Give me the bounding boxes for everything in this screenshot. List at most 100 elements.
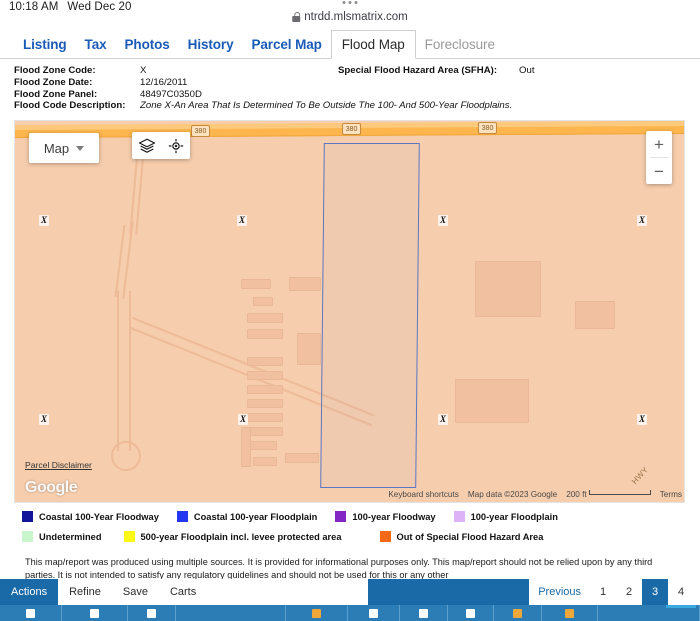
map-building bbox=[247, 385, 283, 395]
map-road-loop bbox=[111, 441, 141, 472]
map-data-credit: Map data ©2023 Google bbox=[467, 490, 558, 500]
toolbar-icon-cell[interactable] bbox=[400, 605, 448, 621]
map-tools-group[interactable] bbox=[132, 132, 190, 160]
map-attribution: Keyboard shortcuts Map data ©2023 Google… bbox=[388, 490, 682, 499]
tab-history[interactable]: History bbox=[179, 30, 243, 58]
parcel-disclaimer-link[interactable]: Parcel Disclaimer bbox=[25, 460, 92, 470]
tab-foreclosure[interactable]: Foreclosure bbox=[416, 30, 504, 58]
flood-zone-code-value: X bbox=[140, 65, 147, 76]
carts-tab[interactable]: Carts bbox=[158, 579, 208, 605]
previous-page-button[interactable]: Previous bbox=[529, 586, 590, 598]
flood-code-description-row: Flood Code Description: Zone X-An Area T… bbox=[14, 100, 700, 112]
map-scale-label: 200 ft bbox=[566, 490, 587, 500]
legend-label: Undetermined bbox=[39, 531, 102, 542]
legend-item-coastal-100-year-floodway: Coastal 100-Year Floodway bbox=[22, 511, 159, 523]
toolbar-icon-cell[interactable] bbox=[542, 605, 598, 621]
map-type-button[interactable]: Map bbox=[29, 133, 99, 164]
map-building bbox=[241, 279, 271, 290]
toolbar-icon-cell[interactable] bbox=[62, 605, 128, 621]
toolbar-icon-cell[interactable] bbox=[0, 605, 62, 621]
lock-icon bbox=[292, 12, 301, 22]
page-4-button[interactable]: 4 bbox=[668, 579, 694, 605]
toolbar-icon-cell[interactable] bbox=[128, 605, 176, 621]
sfha-label: Special Flood Hazard Area (SFHA): bbox=[338, 65, 498, 76]
tab-photos[interactable]: Photos bbox=[116, 30, 179, 58]
highway-shield-380: 380 bbox=[342, 123, 361, 136]
legend-row-1: Coastal 100-Year Floodway Coastal 100-ye… bbox=[22, 511, 700, 523]
flood-legend: Coastal 100-Year Floodway Coastal 100-ye… bbox=[0, 503, 700, 554]
zone-x-marker: X bbox=[637, 414, 648, 426]
url-bar[interactable]: ntrdd.mlsmatrix.com bbox=[292, 11, 408, 23]
terms-link[interactable]: Terms bbox=[660, 490, 682, 499]
page-1-button[interactable]: 1 bbox=[590, 579, 616, 605]
map-scale-bar bbox=[588, 490, 651, 496]
map-building bbox=[575, 301, 615, 330]
action-bar-fill bbox=[368, 579, 530, 605]
legend-swatch bbox=[22, 531, 33, 543]
page-3-button[interactable]: 3 bbox=[642, 579, 668, 605]
flood-zone-panel-value: 48497C0350D bbox=[140, 88, 202, 100]
pagination: Previous 1 2 3 4 bbox=[529, 579, 700, 605]
toolbar-icon bbox=[565, 609, 574, 618]
toolbar-icon bbox=[147, 609, 156, 618]
tab-flood-map[interactable]: Flood Map bbox=[330, 30, 416, 59]
layers-icon[interactable] bbox=[138, 137, 156, 155]
zoom-in-button[interactable]: + bbox=[646, 131, 672, 157]
map-type-label: Map bbox=[43, 140, 70, 156]
toolbar-icon bbox=[369, 609, 378, 618]
map-building bbox=[297, 333, 321, 366]
toolbar-icon-cell[interactable] bbox=[176, 605, 286, 621]
sfha-row: Special Flood Hazard Area (SFHA): Out bbox=[338, 65, 535, 77]
legend-label: 100-year Floodplain bbox=[470, 511, 558, 522]
legend-swatch bbox=[453, 511, 465, 523]
legend-item-undetermined: Undetermined bbox=[22, 531, 102, 543]
legend-swatch bbox=[335, 511, 347, 523]
sfha-value: Out bbox=[519, 65, 535, 76]
map-building bbox=[247, 329, 283, 340]
map-building bbox=[247, 441, 277, 451]
tab-parcel-map[interactable]: Parcel Map bbox=[242, 30, 330, 58]
more-dots-icon[interactable] bbox=[342, 1, 358, 4]
legend-item-out-of-sfha: Out of Special Flood Hazard Area bbox=[379, 531, 543, 543]
tab-listing[interactable]: Listing bbox=[14, 30, 76, 58]
save-tab[interactable]: Save bbox=[111, 579, 159, 605]
os-status-bar: 10:18 AM Wed Dec 20 ntrdd.mlsmatrix.com bbox=[0, 0, 700, 30]
legend-item-100-year-floodway: 100-year Floodway bbox=[335, 511, 436, 523]
zone-x-marker: X bbox=[238, 414, 249, 426]
keyboard-shortcuts-link[interactable]: Keyboard shortcuts bbox=[388, 490, 459, 499]
map-building bbox=[247, 413, 283, 423]
tab-tax[interactable]: Tax bbox=[76, 30, 116, 58]
legend-label: Coastal 100-year Floodplain bbox=[193, 511, 318, 522]
detail-tab-strip: Listing Tax Photos History Parcel Map Fl… bbox=[0, 30, 700, 59]
toolbar-icon-cell[interactable] bbox=[448, 605, 494, 621]
status-left: 10:18 AM Wed Dec 20 bbox=[0, 1, 131, 13]
map-report-disclaimer: This map/report was produced using multi… bbox=[25, 557, 653, 580]
map-building bbox=[289, 277, 321, 292]
toolbar-icon-cell[interactable] bbox=[348, 605, 400, 621]
toolbar-accent-bar bbox=[666, 605, 696, 608]
actions-tab[interactable]: Actions bbox=[0, 579, 59, 605]
map-road-vertical-2 bbox=[129, 291, 131, 452]
flood-map-canvas[interactable]: 380 380 380 X X X X X X X X Map + − HWY … bbox=[14, 120, 685, 504]
refine-tab[interactable]: Refine bbox=[58, 579, 112, 605]
map-building bbox=[475, 261, 541, 318]
legend-row-2: Undetermined 500-year Floodplain incl. l… bbox=[22, 531, 700, 543]
bottom-icon-toolbar[interactable] bbox=[0, 605, 700, 621]
map-road-vertical bbox=[117, 291, 119, 452]
chevron-down-icon bbox=[76, 145, 85, 151]
toolbar-icon-cell[interactable] bbox=[494, 605, 542, 621]
zoom-out-button[interactable]: − bbox=[646, 158, 672, 184]
map-building bbox=[241, 427, 251, 468]
zone-x-marker: X bbox=[39, 414, 50, 426]
page-2-button[interactable]: 2 bbox=[616, 579, 642, 605]
toolbar-icon-cell[interactable] bbox=[286, 605, 348, 621]
parcel-boundary-polygon[interactable] bbox=[320, 143, 420, 489]
legend-item-500-year-floodplain: 500-year Floodplain incl. levee protecte… bbox=[123, 531, 342, 543]
legend-item-coastal-100-year-floodplain: Coastal 100-year Floodplain bbox=[176, 511, 318, 523]
zone-x-marker: X bbox=[637, 215, 648, 227]
crosshair-target-icon[interactable] bbox=[167, 137, 185, 155]
map-zoom-controls[interactable]: + − bbox=[646, 131, 672, 185]
legend-label: Coastal 100-Year Floodway bbox=[39, 511, 159, 522]
toolbar-icon bbox=[90, 609, 99, 618]
url-text: ntrdd.mlsmatrix.com bbox=[304, 11, 408, 23]
